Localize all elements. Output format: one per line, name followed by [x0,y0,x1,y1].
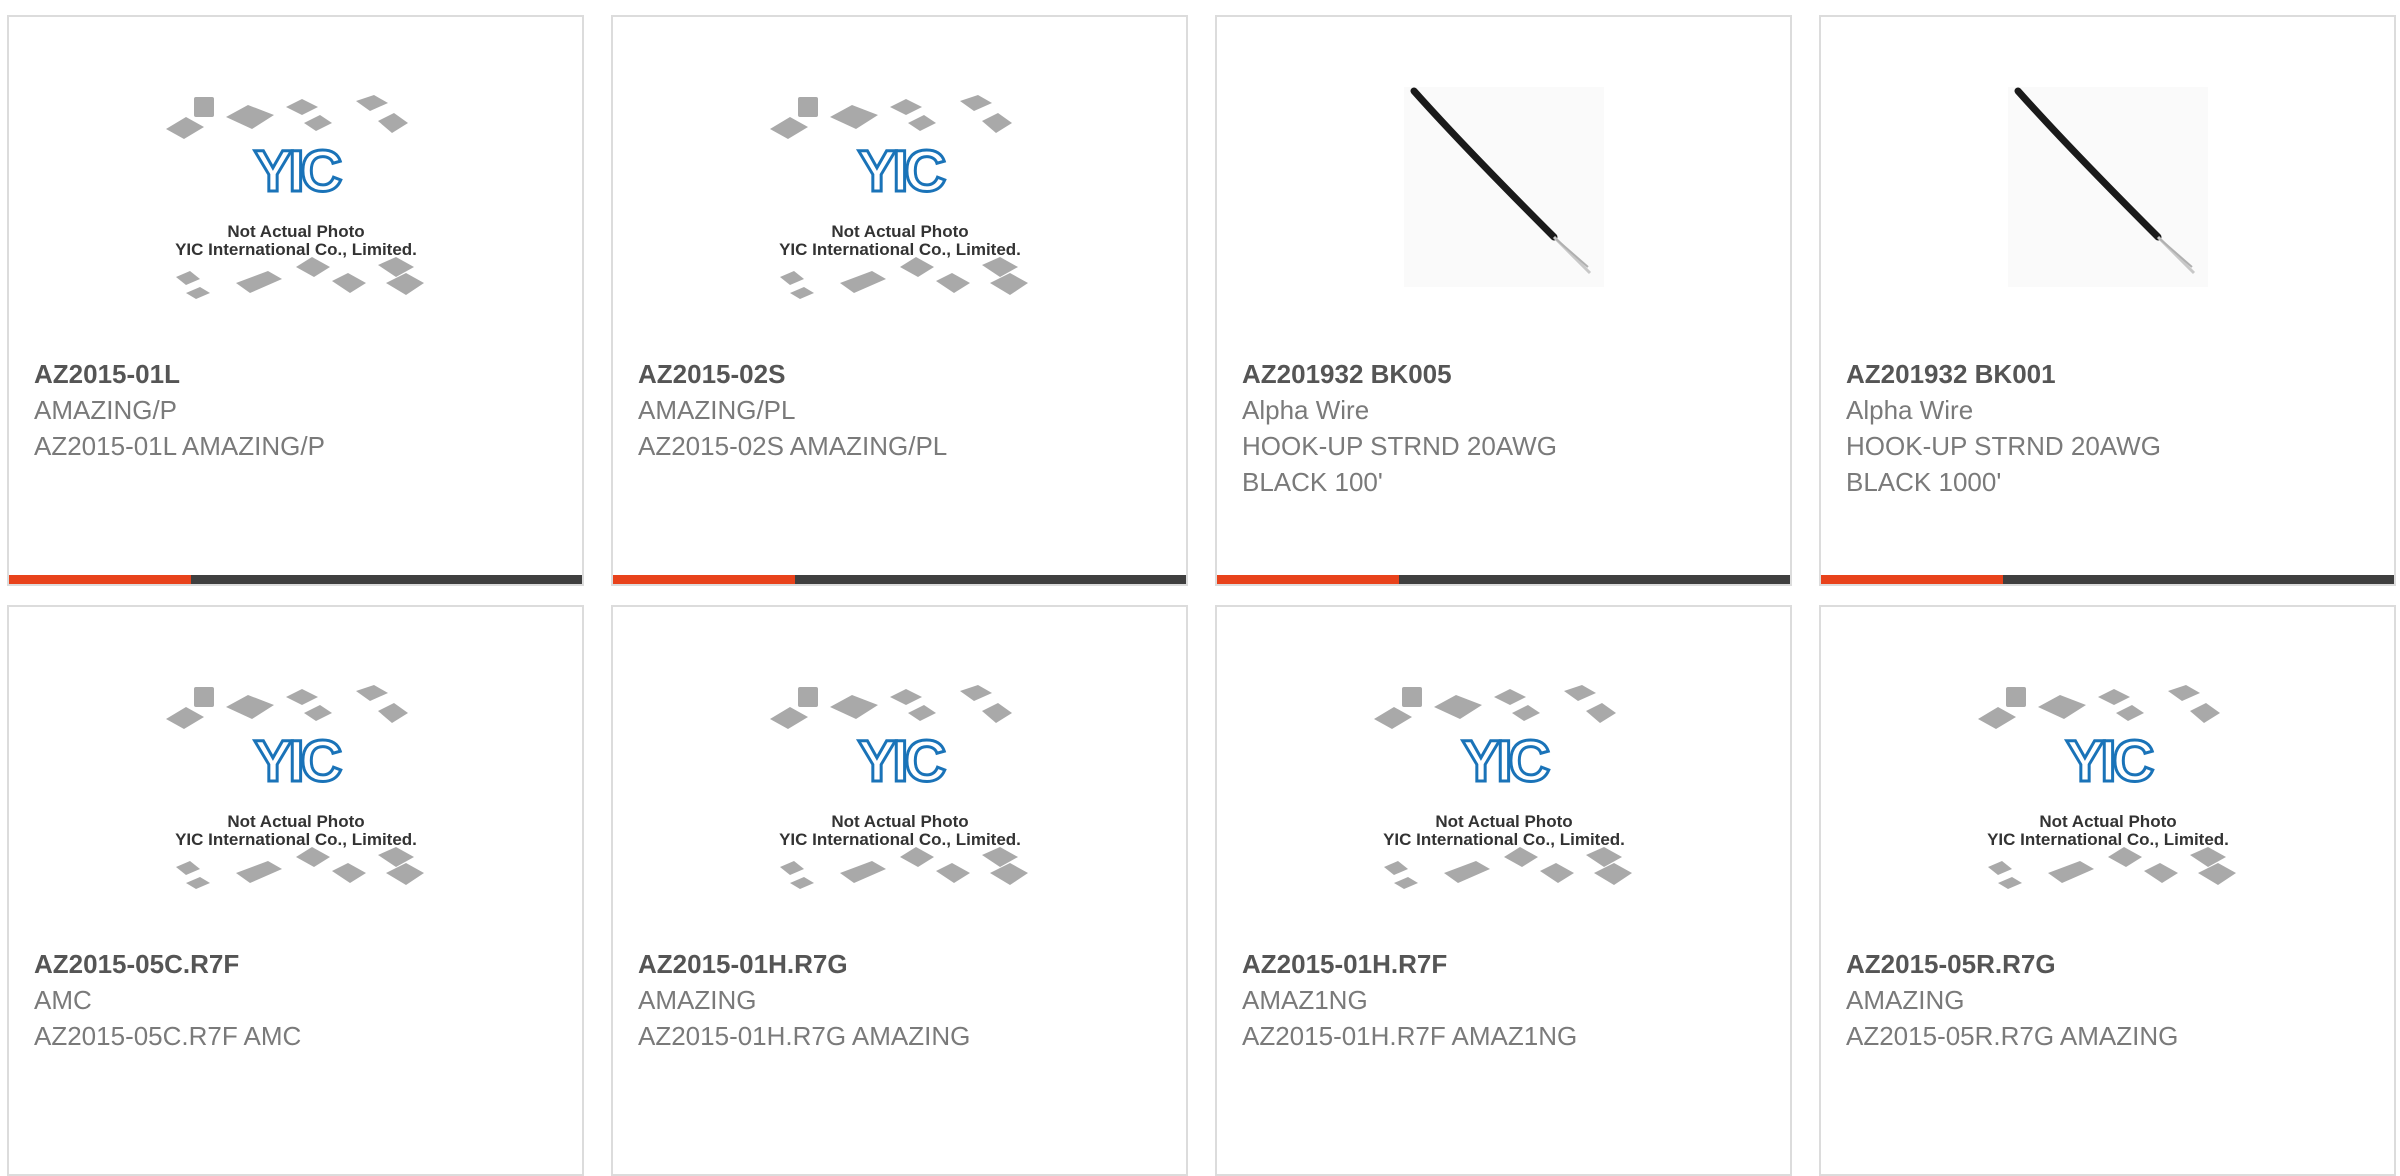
placeholder-caption: Not Actual Photo [831,812,968,831]
product-image[interactable] [1821,87,2394,362]
product-image[interactable]: YIC Not Actual Photo YIC International C… [1217,677,1790,952]
product-info: AZ2015-05R.R7G AMAZING AZ2015-05R.R7G AM… [1846,946,2374,1054]
product-info: AZ201932 BK005 Alpha Wire HOOK-UP STRND … [1242,356,1770,500]
product-image[interactable]: YIC Not Actual Photo YIC International C… [9,677,582,952]
card-accent [9,575,191,584]
product-image[interactable]: YIC Not Actual Photo YIC International C… [613,87,1186,362]
placeholder-icon: YIC Not Actual Photo YIC International C… [769,95,1028,299]
placeholder-caption: Not Actual Photo [227,812,364,831]
wire-photo [1403,87,1604,287]
description: HOOK-UP STRND 20AWG [1242,431,1557,461]
manufacturer: Alpha Wire [1846,395,1974,425]
product-card[interactable]: YIC Not Actual Photo YIC International C… [1215,605,1792,1176]
product-card[interactable]: AZ201932 BK001 Alpha Wire HOOK-UP STRND … [1819,15,2396,586]
product-info: AZ2015-05C.R7F AMC AZ2015-05C.R7F AMC [34,946,562,1054]
placeholder-icon: YIC Not Actual Photo YIC International C… [165,95,424,299]
placeholder-caption: YIC International Co., Limited. [1987,830,2229,849]
placeholder-icon: YIC Not Actual Photo YIC International C… [165,685,424,889]
placeholder-icon: YIC Not Actual Photo YIC International C… [1977,685,2236,889]
description: AZ2015-02S AMAZING/PL [638,431,948,461]
part-number[interactable]: AZ2015-02S [638,356,1166,392]
placeholder-logo: YIC [857,729,945,794]
placeholder-logo: YIC [1461,729,1549,794]
product-grid: YIC Not Actual Photo YIC International C… [0,0,2400,1176]
description: AZ2015-01H.R7F AMAZ1NG [1242,1021,1578,1051]
placeholder-caption: Not Actual Photo [831,222,968,241]
wire-photo [2007,87,2208,287]
part-number[interactable]: AZ2015-01L [34,356,562,392]
product-image[interactable]: YIC Not Actual Photo YIC International C… [613,677,1186,952]
placeholder-caption: YIC International Co., Limited. [779,830,1021,849]
card-bottom-bar [1821,575,2394,584]
card-accent [1821,575,2003,584]
description: AZ2015-01H.R7G AMAZING [638,1021,971,1051]
manufacturer: AMAZING/P [34,395,178,425]
description: AZ2015-05C.R7F AMC [34,1021,302,1051]
part-number[interactable]: AZ2015-01H.R7F [1242,946,1770,982]
placeholder-logo: YIC [2065,729,2153,794]
product-card[interactable]: YIC Not Actual Photo YIC International C… [1819,605,2396,1176]
product-info: AZ2015-01H.R7F AMAZ1NG AZ2015-01H.R7F AM… [1242,946,1770,1054]
placeholder-logo: YIC [253,729,341,794]
placeholder-caption: YIC International Co., Limited. [175,830,417,849]
product-card[interactable]: YIC Not Actual Photo YIC International C… [611,605,1188,1176]
card-accent [1217,575,1399,584]
product-image[interactable]: YIC Not Actual Photo YIC International C… [9,87,582,362]
product-info: AZ2015-01H.R7G AMAZING AZ2015-01H.R7G AM… [638,946,1166,1054]
part-number[interactable]: AZ201932 BK001 [1846,356,2374,392]
placeholder-caption: Not Actual Photo [2039,812,2176,831]
manufacturer: Alpha Wire [1242,395,1370,425]
product-image[interactable] [1217,87,1790,362]
placeholder-icon: YIC Not Actual Photo YIC International C… [1373,685,1632,889]
placeholder-logo: YIC [253,139,341,204]
description-line-2: BLACK 1000' [1846,467,2002,497]
card-accent [613,575,795,584]
placeholder-caption: Not Actual Photo [227,222,364,241]
placeholder-icon: YIC Not Actual Photo YIC International C… [769,685,1028,889]
placeholder-caption: Not Actual Photo [1435,812,1572,831]
product-image[interactable]: YIC Not Actual Photo YIC International C… [1821,677,2394,952]
product-info: AZ2015-01L AMAZING/P AZ2015-01L AMAZING/… [34,356,562,464]
product-info: AZ201932 BK001 Alpha Wire HOOK-UP STRND … [1846,356,2374,500]
manufacturer: AMAZ1NG [1242,985,1368,1015]
description: HOOK-UP STRND 20AWG [1846,431,2161,461]
part-number[interactable]: AZ2015-05R.R7G [1846,946,2374,982]
product-card[interactable]: AZ201932 BK005 Alpha Wire HOOK-UP STRND … [1215,15,1792,586]
description-line-2: BLACK 100' [1242,467,1383,497]
card-bottom-bar [613,575,1186,584]
placeholder-logo: YIC [857,139,945,204]
product-card[interactable]: YIC Not Actual Photo YIC International C… [7,15,584,586]
product-card[interactable]: YIC Not Actual Photo YIC International C… [611,15,1188,586]
part-number[interactable]: AZ201932 BK005 [1242,356,1770,392]
card-bottom-bar [1217,575,1790,584]
description: AZ2015-05R.R7G AMAZING [1846,1021,2179,1051]
placeholder-caption: YIC International Co., Limited. [175,240,417,259]
product-info: AZ2015-02S AMAZING/PL AZ2015-02S AMAZING… [638,356,1166,464]
description: AZ2015-01L AMAZING/P [34,431,325,461]
product-card[interactable]: YIC Not Actual Photo YIC International C… [7,605,584,1176]
manufacturer: AMAZING [638,985,757,1015]
placeholder-caption: YIC International Co., Limited. [1383,830,1625,849]
card-bottom-bar [9,575,582,584]
placeholder-caption: YIC International Co., Limited. [779,240,1021,259]
part-number[interactable]: AZ2015-01H.R7G [638,946,1166,982]
manufacturer: AMAZING [1846,985,1965,1015]
part-number[interactable]: AZ2015-05C.R7F [34,946,562,982]
manufacturer: AMC [34,985,92,1015]
manufacturer: AMAZING/PL [638,395,796,425]
